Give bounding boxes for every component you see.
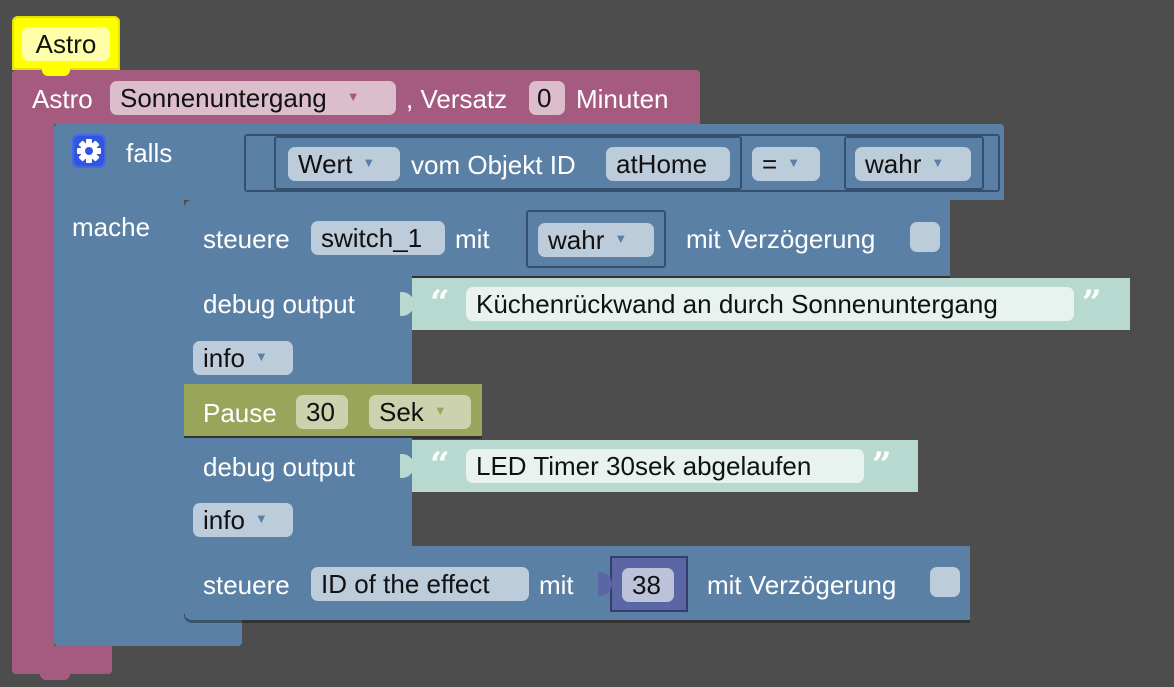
chevron-down-icon: ▼ [362,155,376,171]
chevron-down-icon: ▼ [931,155,945,171]
control-target-field[interactable]: ID of the effect [311,567,529,601]
chevron-down-icon: ▼ [346,89,360,105]
chevron-down-icon: ▼ [254,349,268,365]
delay-label: mit Verzögerung [707,570,897,600]
chevron-down-icon: ▼ [433,403,447,419]
debug-label: debug output [203,289,355,319]
with-label: mit [539,570,574,600]
if-label: falls [126,138,173,168]
from-object-label: vom Objekt ID [411,150,576,180]
hat-bottom-notch [42,66,70,76]
chevron-down-icon: ▼ [787,155,801,171]
operator-dropdown[interactable]: = ▼ [752,147,820,181]
chevron-down-icon: ▼ [254,511,268,527]
value-type-dropdown[interactable]: Wert ▼ [288,147,400,181]
pause-value-field[interactable]: 30 [296,395,348,429]
with-label: mit [455,224,490,254]
compare-value-dropdown[interactable]: wahr ▼ [855,147,971,181]
pause-label: Pause [203,398,277,428]
astro-event-dropdown[interactable]: Sonnenuntergang ▼ [110,81,396,115]
settings-gear-icon[interactable] [72,134,106,168]
debug-text-field[interactable]: Küchenrückwand an durch Sonnenuntergang [466,287,1074,321]
astro-label: Astro [32,84,93,114]
log-level-dropdown[interactable]: info ▼ [193,341,293,375]
open-quote-icon: “ [430,445,450,485]
if-block-bottom [54,616,242,646]
delay-checkbox[interactable] [910,222,940,252]
offset-unit-label: Minuten [576,84,669,114]
debug-text-field[interactable]: LED Timer 30sek abgelaufen [466,449,864,483]
delay-label: mit Verzögerung [686,224,876,254]
log-level-dropdown[interactable]: info ▼ [193,503,293,537]
control-value-dropdown[interactable]: wahr ▼ [538,223,654,257]
do-label: mache [72,212,151,242]
number-value-field[interactable]: 38 [622,568,674,602]
offset-input[interactable]: 0 [529,81,565,115]
astro-bottom-notch [40,672,70,680]
delay-checkbox[interactable] [930,567,960,597]
hat-label[interactable]: Astro [22,27,110,61]
pause-unit-dropdown[interactable]: Sek ▼ [369,395,471,429]
offset-label: , Versatz [406,84,508,114]
debug-label: debug output [203,452,355,482]
control-label: steuere [203,224,290,254]
open-quote-icon: “ [430,283,450,323]
astro-trigger-bottom [12,646,112,674]
object-id-field[interactable]: atHome [606,147,730,181]
chevron-down-icon: ▼ [614,231,628,247]
control-label: steuere [203,570,290,600]
control-target-field[interactable]: switch_1 [311,221,445,255]
if-block-spine [54,198,184,618]
close-quote-icon: ” [872,445,892,485]
astro-trigger-spine [12,122,54,652]
close-quote-icon: ” [1082,283,1102,323]
